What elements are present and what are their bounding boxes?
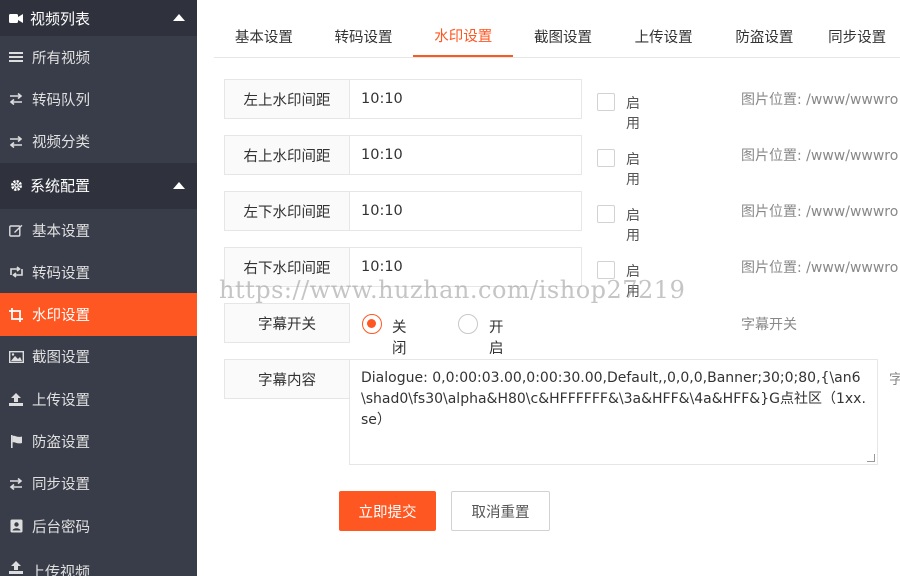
checkbox-label: 启用 bbox=[626, 96, 640, 132]
sidebar-item-label: 后台密码 bbox=[32, 519, 90, 536]
radio-label-off: 关闭 bbox=[392, 320, 407, 357]
tab-upload-settings[interactable]: 上传设置 bbox=[613, 15, 715, 57]
sidebar-item-upload-settings[interactable]: 上传设置 bbox=[0, 378, 197, 420]
image-path-hint: 图片位置: /www/wwwro bbox=[741, 92, 899, 108]
bottom-left-margin-input[interactable]: 10:10 bbox=[349, 191, 582, 231]
resize-handle-icon[interactable] bbox=[867, 454, 875, 462]
bottom-left-enable-checkbox[interactable] bbox=[597, 205, 615, 223]
sidebar-group-video-list[interactable]: 视频列表 bbox=[0, 0, 197, 36]
gear-icon bbox=[8, 179, 24, 192]
field-label: 字幕内容 bbox=[224, 359, 350, 399]
subtitle-on-radio[interactable] bbox=[458, 314, 478, 334]
subtitle-off-radio[interactable] bbox=[362, 314, 382, 334]
retweet-icon bbox=[8, 266, 24, 278]
sidebar-group-system-config[interactable]: 系统配置 bbox=[0, 162, 197, 209]
tab-transcode-settings[interactable]: 转码设置 bbox=[314, 15, 414, 57]
sidebar-group-label: 上传视频 bbox=[30, 563, 91, 576]
field-label: 左上水印间距 bbox=[224, 79, 350, 119]
sidebar-item-label: 截图设置 bbox=[32, 350, 90, 367]
sidebar-item-anti-theft-settings[interactable]: 防盗设置 bbox=[0, 420, 197, 462]
top-left-margin-input[interactable]: 10:10 bbox=[349, 79, 582, 119]
image-path-hint: 图片位置: /www/wwwro bbox=[741, 204, 899, 220]
checkbox-label: 启用 bbox=[626, 208, 640, 244]
chevron-up-icon bbox=[173, 181, 185, 189]
list-icon bbox=[8, 51, 24, 63]
sidebar-item-label: 转码队列 bbox=[32, 92, 90, 109]
sidebar: 视频列表 所有视频 转码队列 视频分类 系统配置 基本设置 转码设置 水印设置 … bbox=[0, 0, 197, 576]
reset-button[interactable]: 取消重置 bbox=[451, 491, 550, 531]
bottom-right-margin-input[interactable]: 10:10 bbox=[349, 247, 582, 287]
sidebar-item-admin-password[interactable]: 后台密码 bbox=[0, 505, 197, 547]
sidebar-item-sync-settings[interactable]: 同步设置 bbox=[0, 463, 197, 505]
sidebar-item-video-category[interactable]: 视频分类 bbox=[0, 121, 197, 163]
crop-icon bbox=[8, 307, 24, 322]
exchange-icon bbox=[8, 93, 24, 106]
subtitle-switch-hint: 字幕开关 bbox=[741, 317, 797, 333]
checkbox-label: 启用 bbox=[626, 152, 640, 188]
sidebar-item-label: 防盗设置 bbox=[32, 435, 90, 452]
sidebar-group-upload-video[interactable]: 上传视频 bbox=[0, 549, 197, 576]
sidebar-item-label: 所有视频 bbox=[32, 50, 90, 67]
top-left-enable-checkbox[interactable] bbox=[597, 93, 615, 111]
sidebar-item-transcode-queue[interactable]: 转码队列 bbox=[0, 78, 197, 120]
image-path-hint: 图片位置: /www/wwwro bbox=[741, 260, 899, 276]
id-card-icon bbox=[8, 519, 24, 533]
sidebar-item-label: 视频分类 bbox=[32, 135, 90, 152]
field-label: 右上水印间距 bbox=[224, 135, 350, 175]
upload-icon bbox=[8, 392, 24, 406]
top-right-enable-checkbox[interactable] bbox=[597, 149, 615, 167]
radio-label-on: 开启 bbox=[489, 320, 504, 357]
tab-sync-settings[interactable]: 同步设置 bbox=[814, 15, 900, 57]
sidebar-item-label: 同步设置 bbox=[32, 477, 90, 494]
edit-icon bbox=[8, 224, 24, 237]
subtitle-content-textarea[interactable]: Dialogue: 0,0:00:03.00,0:00:30.00,Defaul… bbox=[349, 359, 878, 465]
field-label: 右下水印间距 bbox=[224, 247, 350, 287]
image-path-hint: 图片位置: /www/wwwro bbox=[741, 148, 899, 164]
sidebar-item-watermark-settings[interactable]: 水印设置 bbox=[0, 293, 197, 336]
image-icon bbox=[8, 350, 24, 363]
subtitle-content-value: Dialogue: 0,0:00:03.00,0:00:30.00,Defaul… bbox=[361, 370, 866, 428]
sidebar-group-label: 系统配置 bbox=[30, 177, 91, 196]
sidebar-item-label: 水印设置 bbox=[32, 308, 90, 325]
exchange-icon bbox=[8, 135, 24, 148]
upload-icon bbox=[8, 561, 24, 574]
top-right-margin-input[interactable]: 10:10 bbox=[349, 135, 582, 175]
sidebar-item-label: 上传设置 bbox=[32, 392, 90, 409]
sidebar-item-label: 转码设置 bbox=[32, 265, 90, 282]
exchange-icon bbox=[8, 477, 24, 490]
tab-screenshot-settings[interactable]: 截图设置 bbox=[513, 15, 613, 57]
sidebar-item-screenshot-settings[interactable]: 截图设置 bbox=[0, 336, 197, 378]
field-label: 字幕开关 bbox=[224, 303, 350, 343]
video-camera-icon bbox=[8, 13, 24, 24]
settings-tabs: 基本设置 转码设置 水印设置 截图设置 上传设置 防盗设置 同步设置 bbox=[214, 15, 900, 58]
flag-icon bbox=[8, 435, 24, 449]
subtitle-content-hint: 字 bbox=[889, 372, 900, 388]
chevron-up-icon bbox=[173, 14, 185, 21]
sidebar-item-label: 基本设置 bbox=[32, 223, 90, 240]
sidebar-item-transcode-settings[interactable]: 转码设置 bbox=[0, 251, 197, 293]
sidebar-group-label: 视频列表 bbox=[30, 9, 91, 28]
bottom-right-enable-checkbox[interactable] bbox=[597, 261, 615, 279]
tab-anti-theft-settings[interactable]: 防盗设置 bbox=[715, 15, 815, 57]
sidebar-item-basic-settings[interactable]: 基本设置 bbox=[0, 209, 197, 251]
tab-basic-settings[interactable]: 基本设置 bbox=[214, 15, 314, 57]
sidebar-item-all-videos[interactable]: 所有视频 bbox=[0, 36, 197, 78]
tab-watermark-settings[interactable]: 水印设置 bbox=[413, 15, 514, 57]
field-label: 左下水印间距 bbox=[224, 191, 350, 231]
submit-button[interactable]: 立即提交 bbox=[339, 491, 436, 531]
checkbox-label: 启用 bbox=[626, 264, 640, 300]
